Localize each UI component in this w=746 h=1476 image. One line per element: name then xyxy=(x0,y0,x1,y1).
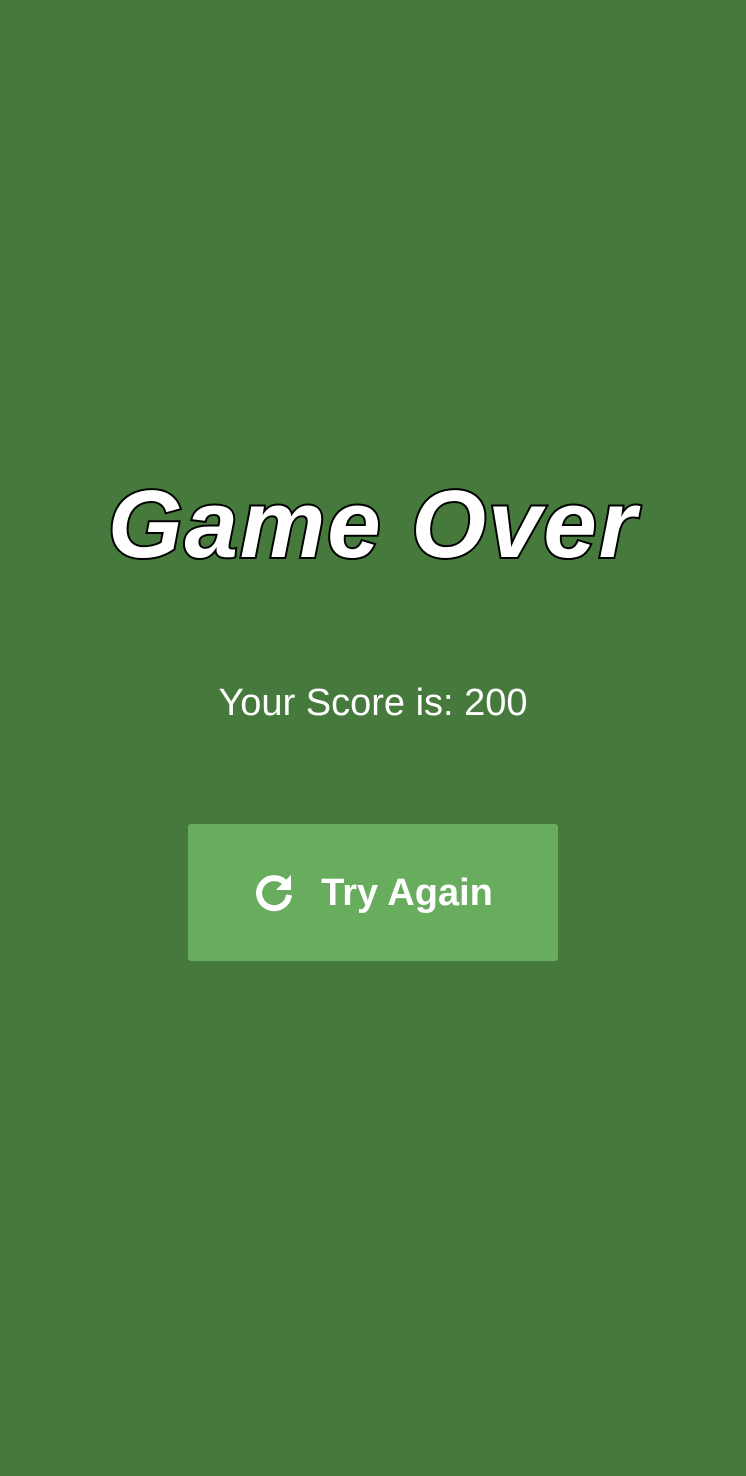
score-text: Your Score is: 200 xyxy=(218,682,528,724)
refresh-icon xyxy=(253,872,295,914)
try-again-label: Try Again xyxy=(321,871,493,914)
game-over-screen: Game Over Your Score is: 200 Try Again xyxy=(0,0,746,1476)
game-over-title: Game Over xyxy=(106,469,639,580)
try-again-button[interactable]: Try Again xyxy=(188,824,558,961)
